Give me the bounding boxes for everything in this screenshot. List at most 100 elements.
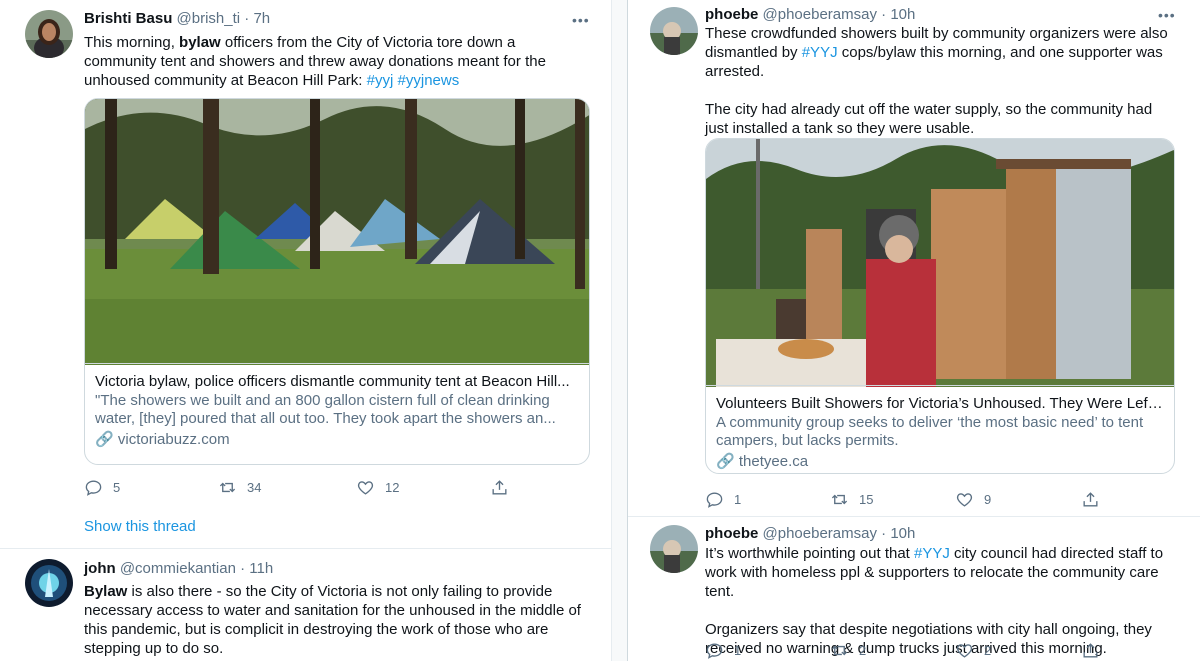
card-title[interactable]: Victoria bylaw, police officers dismantl…	[95, 372, 579, 392]
retweet-count: 15	[859, 491, 874, 507]
card-title[interactable]: Volunteers Built Showers for Victoria’s …	[716, 394, 1164, 414]
highlighted-keyword: Bylaw	[84, 583, 128, 600]
author-handle[interactable]: @commiekantian	[120, 560, 236, 577]
tweet-actions: 1 2 2	[705, 640, 1105, 660]
tweet-text: Bylaw is also there - so the City of Vic…	[84, 582, 599, 658]
author-name[interactable]: phoebe	[705, 525, 758, 542]
share-icon	[492, 479, 507, 495]
author-name[interactable]: phoebe	[705, 6, 758, 23]
retweet-button[interactable]: 34	[218, 477, 261, 497]
tweet-actions: 5 34 12	[84, 477, 514, 497]
share-button[interactable]	[490, 477, 509, 497]
reply-button[interactable]: 1	[705, 489, 741, 509]
heart-icon	[956, 492, 973, 507]
card-description: A community group seeks to deliver ‘the …	[716, 414, 1144, 449]
reply-icon	[85, 479, 102, 496]
hashtag-link[interactable]: #YYJ	[802, 44, 838, 61]
card-description: "The showers we built and an 800 gallon …	[95, 392, 556, 427]
tweet-brishti-basu[interactable]: Brishti Basu @brish_ti · 7h ••• This mor…	[0, 0, 611, 548]
retweet-button[interactable]: 15	[830, 489, 873, 509]
text-part: It’s worthwhile pointing out that	[705, 545, 915, 562]
hashtag-link[interactable]: #yyj	[367, 72, 394, 89]
retweet-button[interactable]: 2	[830, 640, 866, 660]
like-count: 2	[984, 642, 992, 658]
tweet-header: Brishti Basu @brish_ti · 7h	[84, 9, 270, 29]
share-button[interactable]	[1081, 640, 1100, 660]
highlighted-keyword: bylaw	[179, 34, 221, 51]
card-image-tents[interactable]	[85, 99, 589, 365]
avatar[interactable]	[650, 7, 698, 55]
paragraph: These crowdfunded showers built by commu…	[705, 24, 1175, 81]
hashtag-link[interactable]: #yyjnews	[398, 72, 460, 89]
more-options-icon[interactable]: •••	[1158, 8, 1176, 22]
link-card[interactable]: Volunteers Built Showers for Victoria’s …	[705, 138, 1175, 474]
avatar[interactable]	[650, 525, 698, 573]
timestamp[interactable]: 7h	[253, 10, 270, 27]
author-handle[interactable]: @phoeberamsay	[763, 525, 877, 542]
tweet-actions: 1 15 9	[705, 489, 1105, 509]
card-domain-text: thetyee.ca	[738, 453, 809, 470]
dot-separator: ·	[240, 560, 246, 577]
retweet-count: 34	[247, 479, 262, 495]
retweet-icon	[831, 494, 848, 504]
tweet-header: phoebe @phoeberamsay · 10h	[705, 5, 915, 25]
dot-separator: ·	[244, 10, 250, 27]
text-part: is also there - so the City of Victoria …	[84, 583, 581, 657]
tweet-phoebe-1[interactable]: phoebe @phoeberamsay · 10h ••• These cro…	[628, 0, 1200, 516]
retweet-icon	[219, 482, 236, 492]
like-button[interactable]: 2	[955, 640, 991, 660]
tweet-header: phoebe @phoeberamsay · 10h	[705, 524, 915, 544]
timestamp[interactable]: 11h	[249, 560, 273, 577]
reply-icon	[706, 491, 723, 508]
right-tweet-column: phoebe @phoeberamsay · 10h ••• These cro…	[627, 0, 1200, 661]
link-card[interactable]: Victoria bylaw, police officers dismantl…	[84, 98, 590, 465]
share-icon	[1083, 491, 1098, 507]
avatar[interactable]	[25, 10, 73, 58]
column-gap	[612, 0, 627, 661]
card-body[interactable]: Victoria bylaw, police officers dismantl…	[85, 363, 589, 464]
card-domain: 🔗 victoriabuzz.com	[95, 430, 579, 450]
author-handle[interactable]: @brish_ti	[177, 10, 241, 27]
hashtag-link[interactable]: #YYJ	[914, 545, 950, 562]
dot-separator: ·	[881, 525, 887, 542]
reply-count: 1	[734, 491, 742, 507]
reply-count: 1	[734, 642, 742, 658]
link-icon: 🔗	[716, 453, 735, 470]
reply-button[interactable]: 5	[84, 477, 120, 497]
retweet-count: 2	[859, 642, 867, 658]
avatar[interactable]	[25, 559, 73, 607]
timestamp[interactable]: 10h	[890, 525, 915, 542]
timestamp[interactable]: 10h	[890, 6, 915, 23]
card-image-showers[interactable]	[706, 139, 1174, 387]
show-thread-link[interactable]: Show this thread	[84, 518, 196, 535]
share-button[interactable]	[1081, 489, 1100, 509]
retweet-icon	[831, 645, 848, 655]
like-button[interactable]: 12	[356, 477, 399, 497]
share-icon	[1083, 642, 1098, 658]
card-body[interactable]: Volunteers Built Showers for Victoria’s …	[706, 385, 1174, 473]
left-tweet-column: Brishti Basu @brish_ti · 7h ••• This mor…	[0, 0, 612, 661]
reply-button[interactable]: 1	[705, 640, 741, 660]
heart-icon	[956, 643, 973, 658]
author-name[interactable]: Brishti Basu	[84, 10, 172, 27]
text-part: This morning,	[84, 34, 180, 51]
dot-separator: ·	[881, 6, 887, 23]
like-count: 9	[984, 491, 992, 507]
tweet-phoebe-2[interactable]: phoebe @phoeberamsay · 10h It’s worthwhi…	[628, 517, 1200, 661]
paragraph: It’s worthwhile pointing out that #YYJ c…	[705, 544, 1180, 601]
author-handle[interactable]: @phoeberamsay	[763, 6, 877, 23]
tweet-text: This morning, bylaw officers from the Ci…	[84, 33, 584, 90]
tweet-john[interactable]: john @commiekantian · 11h Bylaw is also …	[0, 549, 611, 661]
card-domain: 🔗 thetyee.ca	[716, 452, 1164, 472]
reply-icon	[706, 642, 723, 659]
like-button[interactable]: 9	[955, 489, 991, 509]
link-icon: 🔗	[95, 431, 114, 448]
more-options-icon[interactable]: •••	[572, 13, 590, 27]
heart-icon	[357, 480, 374, 495]
card-domain-text: victoriabuzz.com	[117, 431, 230, 448]
like-count: 12	[385, 479, 400, 495]
reply-count: 5	[113, 479, 121, 495]
author-name[interactable]: john	[84, 560, 116, 577]
